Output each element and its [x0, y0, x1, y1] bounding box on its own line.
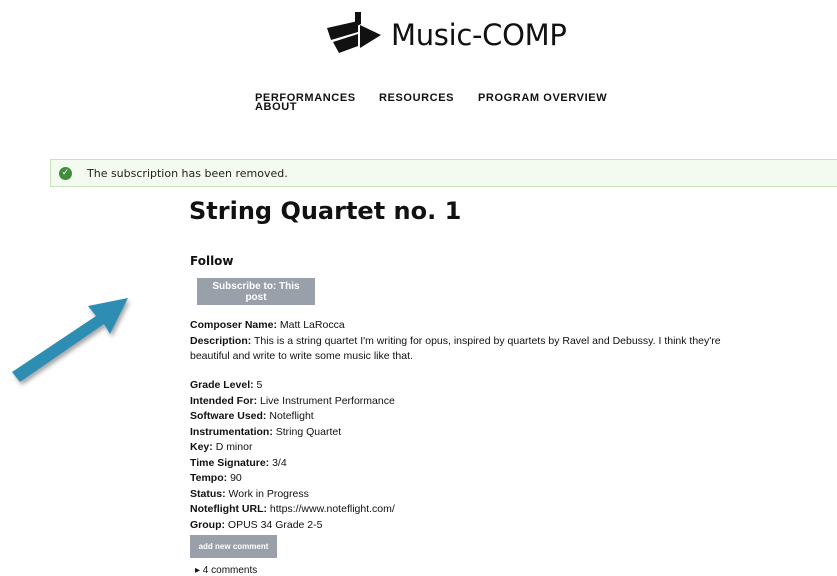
field-label: Grade Level:: [190, 379, 254, 391]
nav-resources[interactable]: RESOURCES: [379, 92, 454, 104]
site-logo[interactable]: Music-COMP: [325, 12, 567, 58]
site-name: Music-COMP: [391, 18, 567, 52]
status-message: ✓ The subscription has been removed.: [50, 159, 837, 187]
field-value: 90: [230, 472, 242, 484]
page-title: String Quartet no. 1: [189, 197, 462, 225]
comments-toggle[interactable]: ▸ 4 comments: [195, 565, 257, 576]
field-label: Key:: [190, 441, 213, 453]
field-label: Noteflight URL:: [190, 503, 267, 515]
field-instrumentation: Instrumentation: String Quartet: [190, 425, 395, 441]
field-value: Live Instrument Performance: [260, 394, 395, 407]
field-label: Tempo:: [190, 472, 228, 484]
field-label: Time Signature:: [190, 456, 270, 469]
composer-value: Matt LaRocca: [279, 319, 345, 331]
field-value: Noteflight: [269, 410, 314, 422]
music-logo-icon: [327, 12, 381, 53]
check-circle-icon: ✓: [59, 167, 72, 180]
field-label: Status:: [190, 487, 226, 500]
description-line-2: beautiful and write to write some music …: [190, 350, 413, 362]
nav-about[interactable]: ABOUT: [255, 101, 297, 113]
field-tempo: Tempo: 90: [190, 471, 395, 487]
field-label: Software Used:: [190, 410, 267, 422]
annotation-arrow-icon: [12, 298, 128, 382]
nav-program-overview[interactable]: PROGRAM OVERVIEW: [478, 92, 607, 104]
description-label: Description:: [190, 334, 252, 347]
metadata-fields: Grade Level: 5 Intended For: Live Instru…: [190, 378, 395, 533]
field-value: D minor: [215, 441, 253, 453]
field-key: Key: D minor: [190, 440, 395, 456]
field-label: Instrumentation:: [190, 425, 273, 438]
composer-label: Composer Name:: [190, 319, 277, 331]
field-noteflight-url: Noteflight URL: https://www.noteflight.c…: [190, 502, 395, 518]
description-line-1: This is a string quartet I'm writing for…: [254, 334, 721, 347]
field-label: Intended For:: [190, 394, 258, 407]
field-label: Group:: [190, 518, 225, 531]
field-group: Group: OPUS 34 Grade 2-5: [190, 518, 395, 534]
field-value: 3/4: [272, 456, 287, 469]
follow-heading: Follow: [190, 254, 234, 268]
field-value: Work in Progress: [228, 487, 309, 500]
field-value: 5: [256, 379, 263, 391]
description-field: Description: This is a string quartet I'…: [190, 334, 735, 350]
field-grade-level: Grade Level: 5: [190, 378, 395, 394]
composer-description-block: Composer Name: Matt LaRocca Description:…: [190, 318, 735, 365]
field-value: String Quartet: [275, 425, 342, 438]
field-time-signature: Time Signature: 3/4: [190, 456, 395, 472]
field-status: Status: Work in Progress: [190, 487, 395, 503]
composer-field: Composer Name: Matt LaRocca: [190, 318, 735, 334]
field-value[interactable]: OPUS 34 Grade 2-5: [228, 519, 323, 531]
subscribe-button[interactable]: Subscribe to: This post: [197, 278, 315, 305]
field-software-used: Software Used: Noteflight: [190, 409, 395, 425]
field-value[interactable]: https://www.noteflight.com/: [270, 503, 395, 515]
add-comment-button[interactable]: add new comment: [190, 535, 277, 558]
status-message-text: The subscription has been removed.: [87, 167, 288, 180]
field-intended-for: Intended For: Live Instrument Performanc…: [190, 394, 395, 410]
